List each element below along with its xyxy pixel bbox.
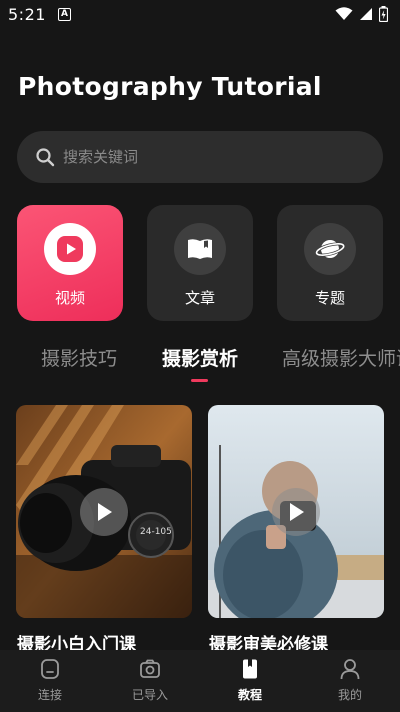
category-video-button[interactable]: 视频 (17, 205, 123, 321)
search-icon (36, 148, 55, 167)
nav-label: 教程 (237, 688, 262, 702)
nav-imported[interactable]: 已导入 (100, 650, 200, 712)
nav-profile[interactable]: 我的 (300, 650, 400, 712)
battery-icon (379, 6, 388, 22)
nav-tutorial[interactable]: 教程 (200, 650, 300, 712)
nav-connect[interactable]: 连接 (0, 650, 100, 712)
nav-label: 我的 (337, 688, 362, 702)
page-title: Photography Tutorial (18, 72, 322, 101)
book-icon (174, 223, 226, 275)
lens-cap-text: 24-105 (140, 527, 172, 537)
search-input[interactable] (63, 148, 343, 166)
play-icon[interactable] (80, 488, 128, 536)
tab-photo-skills[interactable]: 摄影技巧 (41, 344, 117, 371)
wifi-icon (335, 7, 353, 20)
category-article-button[interactable]: 文章 (147, 205, 253, 321)
nav-label: 已导入 (131, 688, 168, 702)
bottom-nav: 连接 已导入 教程 我的 (0, 650, 400, 712)
video-card[interactable] (208, 405, 384, 618)
category-topic-button[interactable]: 专题 (277, 205, 383, 321)
nav-label: 连接 (37, 688, 62, 702)
status-icons (335, 6, 388, 22)
tab-master-class[interactable]: 高级摄影大师课 (282, 344, 400, 371)
tab-photo-appreciation[interactable]: 摄影赏析 (162, 344, 238, 371)
device-icon (41, 659, 59, 679)
play-circle-icon (44, 223, 96, 275)
status-bar: 5:21 A (0, 0, 400, 28)
play-icon[interactable] (272, 488, 320, 536)
status-time: 5:21 (8, 4, 46, 24)
category-label: 文章 (184, 289, 215, 307)
camera-icon (140, 659, 160, 678)
person-icon (340, 659, 360, 680)
tab-indicator (191, 379, 208, 382)
search-bar[interactable] (17, 131, 383, 183)
video-card[interactable]: 24-105 (16, 405, 192, 618)
bookmark-book-icon (243, 659, 257, 679)
signal-icon (360, 8, 372, 20)
tab-bar: 摄影技巧 摄影赏析 高级摄影大师课 (0, 338, 400, 388)
notification-icon: A (57, 7, 71, 21)
category-label: 视频 (54, 289, 85, 307)
category-label: 专题 (314, 289, 345, 307)
planet-icon (304, 223, 356, 275)
